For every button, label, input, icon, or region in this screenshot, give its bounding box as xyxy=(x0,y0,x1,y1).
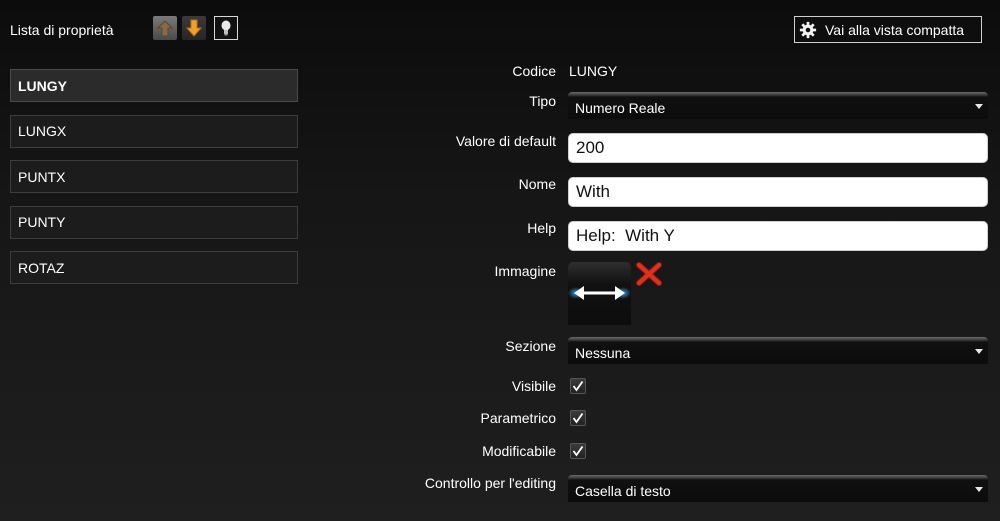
tipo-selected-value: Numero Reale xyxy=(575,100,666,116)
modificabile-checkbox[interactable] xyxy=(570,443,586,459)
help-label: Help xyxy=(527,220,556,236)
tips-button[interactable] xyxy=(214,16,238,40)
chevron-down-icon xyxy=(975,349,983,354)
sezione-selected-value: Nessuna xyxy=(575,345,631,361)
property-item-label: LUNGX xyxy=(18,123,67,139)
nome-input[interactable] xyxy=(568,177,988,207)
tipo-label: Tipo xyxy=(529,93,556,109)
checkmark-icon xyxy=(572,445,584,457)
property-item-lungy[interactable]: LUNGY xyxy=(10,69,298,102)
compact-view-label: Vai alla vista compatta xyxy=(825,21,965,38)
compact-view-button[interactable]: Vai alla vista compatta xyxy=(794,16,982,43)
property-item-punty[interactable]: PUNTY xyxy=(10,205,298,239)
move-down-icon xyxy=(185,19,203,37)
property-item-rotaz[interactable]: ROTAZ xyxy=(10,251,298,284)
gear-icon xyxy=(799,21,817,38)
property-item-label: PUNTX xyxy=(18,168,66,185)
property-item-puntx[interactable]: PUNTX xyxy=(10,160,298,193)
help-input[interactable] xyxy=(568,221,988,251)
image-preview[interactable] xyxy=(568,262,631,325)
checkmark-icon xyxy=(572,412,584,424)
modificabile-label: Modificabile xyxy=(482,443,556,459)
red-x-delete-icon xyxy=(636,262,662,286)
parametrico-checkbox[interactable] xyxy=(570,410,586,426)
property-list: LUNGY LUNGX PUNTX PUNTY ROTAZ xyxy=(10,69,298,297)
sezione-select[interactable]: Nessuna xyxy=(568,337,988,364)
editing-control-select[interactable]: Casella di testo xyxy=(568,475,988,502)
nome-label: Nome xyxy=(518,176,556,192)
move-up-icon xyxy=(156,20,174,37)
visibile-label: Visibile xyxy=(511,378,556,394)
property-item-label: ROTAZ xyxy=(18,259,65,276)
property-item-lungx[interactable]: LUNGX xyxy=(10,114,298,148)
codice-label: Codice xyxy=(512,63,556,79)
sezione-label: Sezione xyxy=(505,338,556,354)
lightbulb-icon xyxy=(221,20,231,36)
editing-control-label: Controllo per l'editing xyxy=(424,475,556,491)
double-arrow-horizontal-icon xyxy=(568,286,631,300)
parametrico-label: Parametrico xyxy=(480,410,556,426)
chevron-down-icon xyxy=(975,487,983,492)
properties-panel: Lista di proprietà Vai alla vista compat… xyxy=(0,0,1000,521)
move-down-button[interactable] xyxy=(182,16,206,40)
visibile-checkbox[interactable] xyxy=(570,378,586,394)
property-item-label: PUNTY xyxy=(18,214,66,230)
immagine-label: Immagine xyxy=(494,263,556,279)
codice-value: LUNGY xyxy=(569,63,618,79)
default-value-input[interactable] xyxy=(568,133,988,163)
delete-image-button[interactable] xyxy=(636,262,662,286)
checkmark-icon xyxy=(572,380,584,392)
panel-title: Lista di proprietà xyxy=(10,22,114,38)
chevron-down-icon xyxy=(975,104,983,109)
default-value-label: Valore di default xyxy=(455,133,556,149)
tipo-select[interactable]: Numero Reale xyxy=(568,92,988,119)
property-item-label: LUNGY xyxy=(18,77,67,94)
move-up-button[interactable] xyxy=(153,16,177,40)
editing-control-selected-value: Casella di testo xyxy=(575,483,671,499)
